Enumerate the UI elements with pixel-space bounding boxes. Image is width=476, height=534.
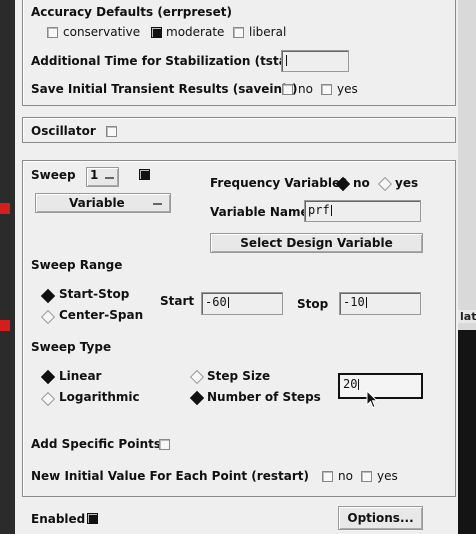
- text-caret: [358, 379, 360, 390]
- sweep-index-dropdown[interactable]: 1: [86, 167, 119, 187]
- stop-value: -10: [343, 295, 365, 309]
- liberal-checkbox[interactable]: [233, 27, 244, 38]
- enabled-label: Enabled: [31, 512, 86, 526]
- freq-variable-label: Frequency Variable?: [210, 176, 348, 190]
- text-caret: [227, 297, 229, 308]
- logarithmic-label: Logarithmic: [59, 390, 140, 404]
- saveinit-yes-checkbox[interactable]: [321, 84, 332, 95]
- marker-red-top: [0, 203, 10, 214]
- background-window-text: lati: [458, 310, 476, 323]
- start-field[interactable]: -60: [201, 292, 283, 315]
- oscillator-label: Oscillator: [31, 124, 96, 138]
- tstab-label: Additional Time for Stabilization (tstab…: [31, 54, 301, 68]
- conservative-label: conservative: [63, 25, 141, 39]
- center-span-label: Center-Span: [59, 308, 144, 322]
- restart-yes-label: yes: [377, 469, 398, 483]
- moderate-checkbox[interactable]: [151, 27, 162, 38]
- start-label: Start: [160, 294, 195, 308]
- start-value: -60: [205, 295, 227, 309]
- step-size-label: Step Size: [207, 369, 271, 383]
- accuracy-title: Accuracy Defaults (errpreset): [31, 5, 232, 19]
- dropdown-bar-icon: [153, 203, 162, 205]
- right-window-edge: lati: [458, 0, 476, 534]
- marker-red-bottom: [0, 320, 10, 331]
- start-stop-label: Start-Stop: [59, 287, 130, 301]
- sweep-range-title: Sweep Range: [31, 258, 123, 272]
- tstab-field[interactable]: [281, 50, 349, 72]
- saveinit-label: Save Initial Transient Results (saveinit…: [31, 82, 298, 96]
- text-caret: [286, 55, 287, 66]
- oscillator-checkbox[interactable]: [106, 126, 117, 137]
- options-button[interactable]: Options...: [338, 506, 423, 530]
- enabled-checkbox[interactable]: [87, 513, 98, 524]
- restart-yes-checkbox[interactable]: [361, 471, 372, 482]
- mouse-cursor-icon: [366, 390, 379, 409]
- restart-no-label: no: [338, 469, 353, 483]
- steps-field[interactable]: 20: [338, 373, 423, 399]
- add-specific-points-label: Add Specific Points: [31, 437, 162, 451]
- sweep-index-value: 1: [90, 168, 99, 182]
- freq-no-label: no: [353, 176, 370, 190]
- left-window-edge: [0, 0, 15, 534]
- saveinit-no-checkbox[interactable]: [282, 84, 293, 95]
- variable-name-label: Variable Name: [210, 205, 309, 219]
- sweep-type-title: Sweep Type: [31, 340, 112, 354]
- background-window: [458, 330, 476, 534]
- saveinit-no-label: no: [298, 82, 313, 96]
- restart-no-checkbox[interactable]: [322, 471, 333, 482]
- sweep-enable-checkbox[interactable]: [139, 169, 150, 180]
- variable-type-dropdown[interactable]: Variable: [35, 193, 171, 213]
- moderate-label: moderate: [166, 25, 225, 39]
- text-caret: [365, 297, 367, 308]
- variable-type-value: Variable: [69, 196, 125, 210]
- freq-yes-label: yes: [395, 176, 419, 190]
- add-specific-points-checkbox[interactable]: [159, 439, 170, 450]
- saveinit-yes-label: yes: [337, 82, 358, 96]
- number-of-steps-label: Number of Steps: [207, 390, 321, 404]
- select-design-variable-button[interactable]: Select Design Variable: [210, 233, 423, 253]
- sweep-label: Sweep: [31, 168, 76, 182]
- steps-value: 20: [343, 377, 358, 391]
- variable-name-value: prf: [308, 203, 330, 217]
- variable-name-field[interactable]: prf: [304, 200, 421, 222]
- stop-field[interactable]: -10: [339, 292, 421, 315]
- restart-label: New Initial Value For Each Point (restar…: [31, 469, 309, 483]
- liberal-label: liberal: [249, 25, 287, 39]
- dropdown-bar-icon: [105, 177, 114, 179]
- stop-label: Stop: [297, 297, 329, 311]
- conservative-checkbox[interactable]: [47, 27, 58, 38]
- text-caret: [330, 205, 332, 216]
- linear-label: Linear: [59, 369, 102, 383]
